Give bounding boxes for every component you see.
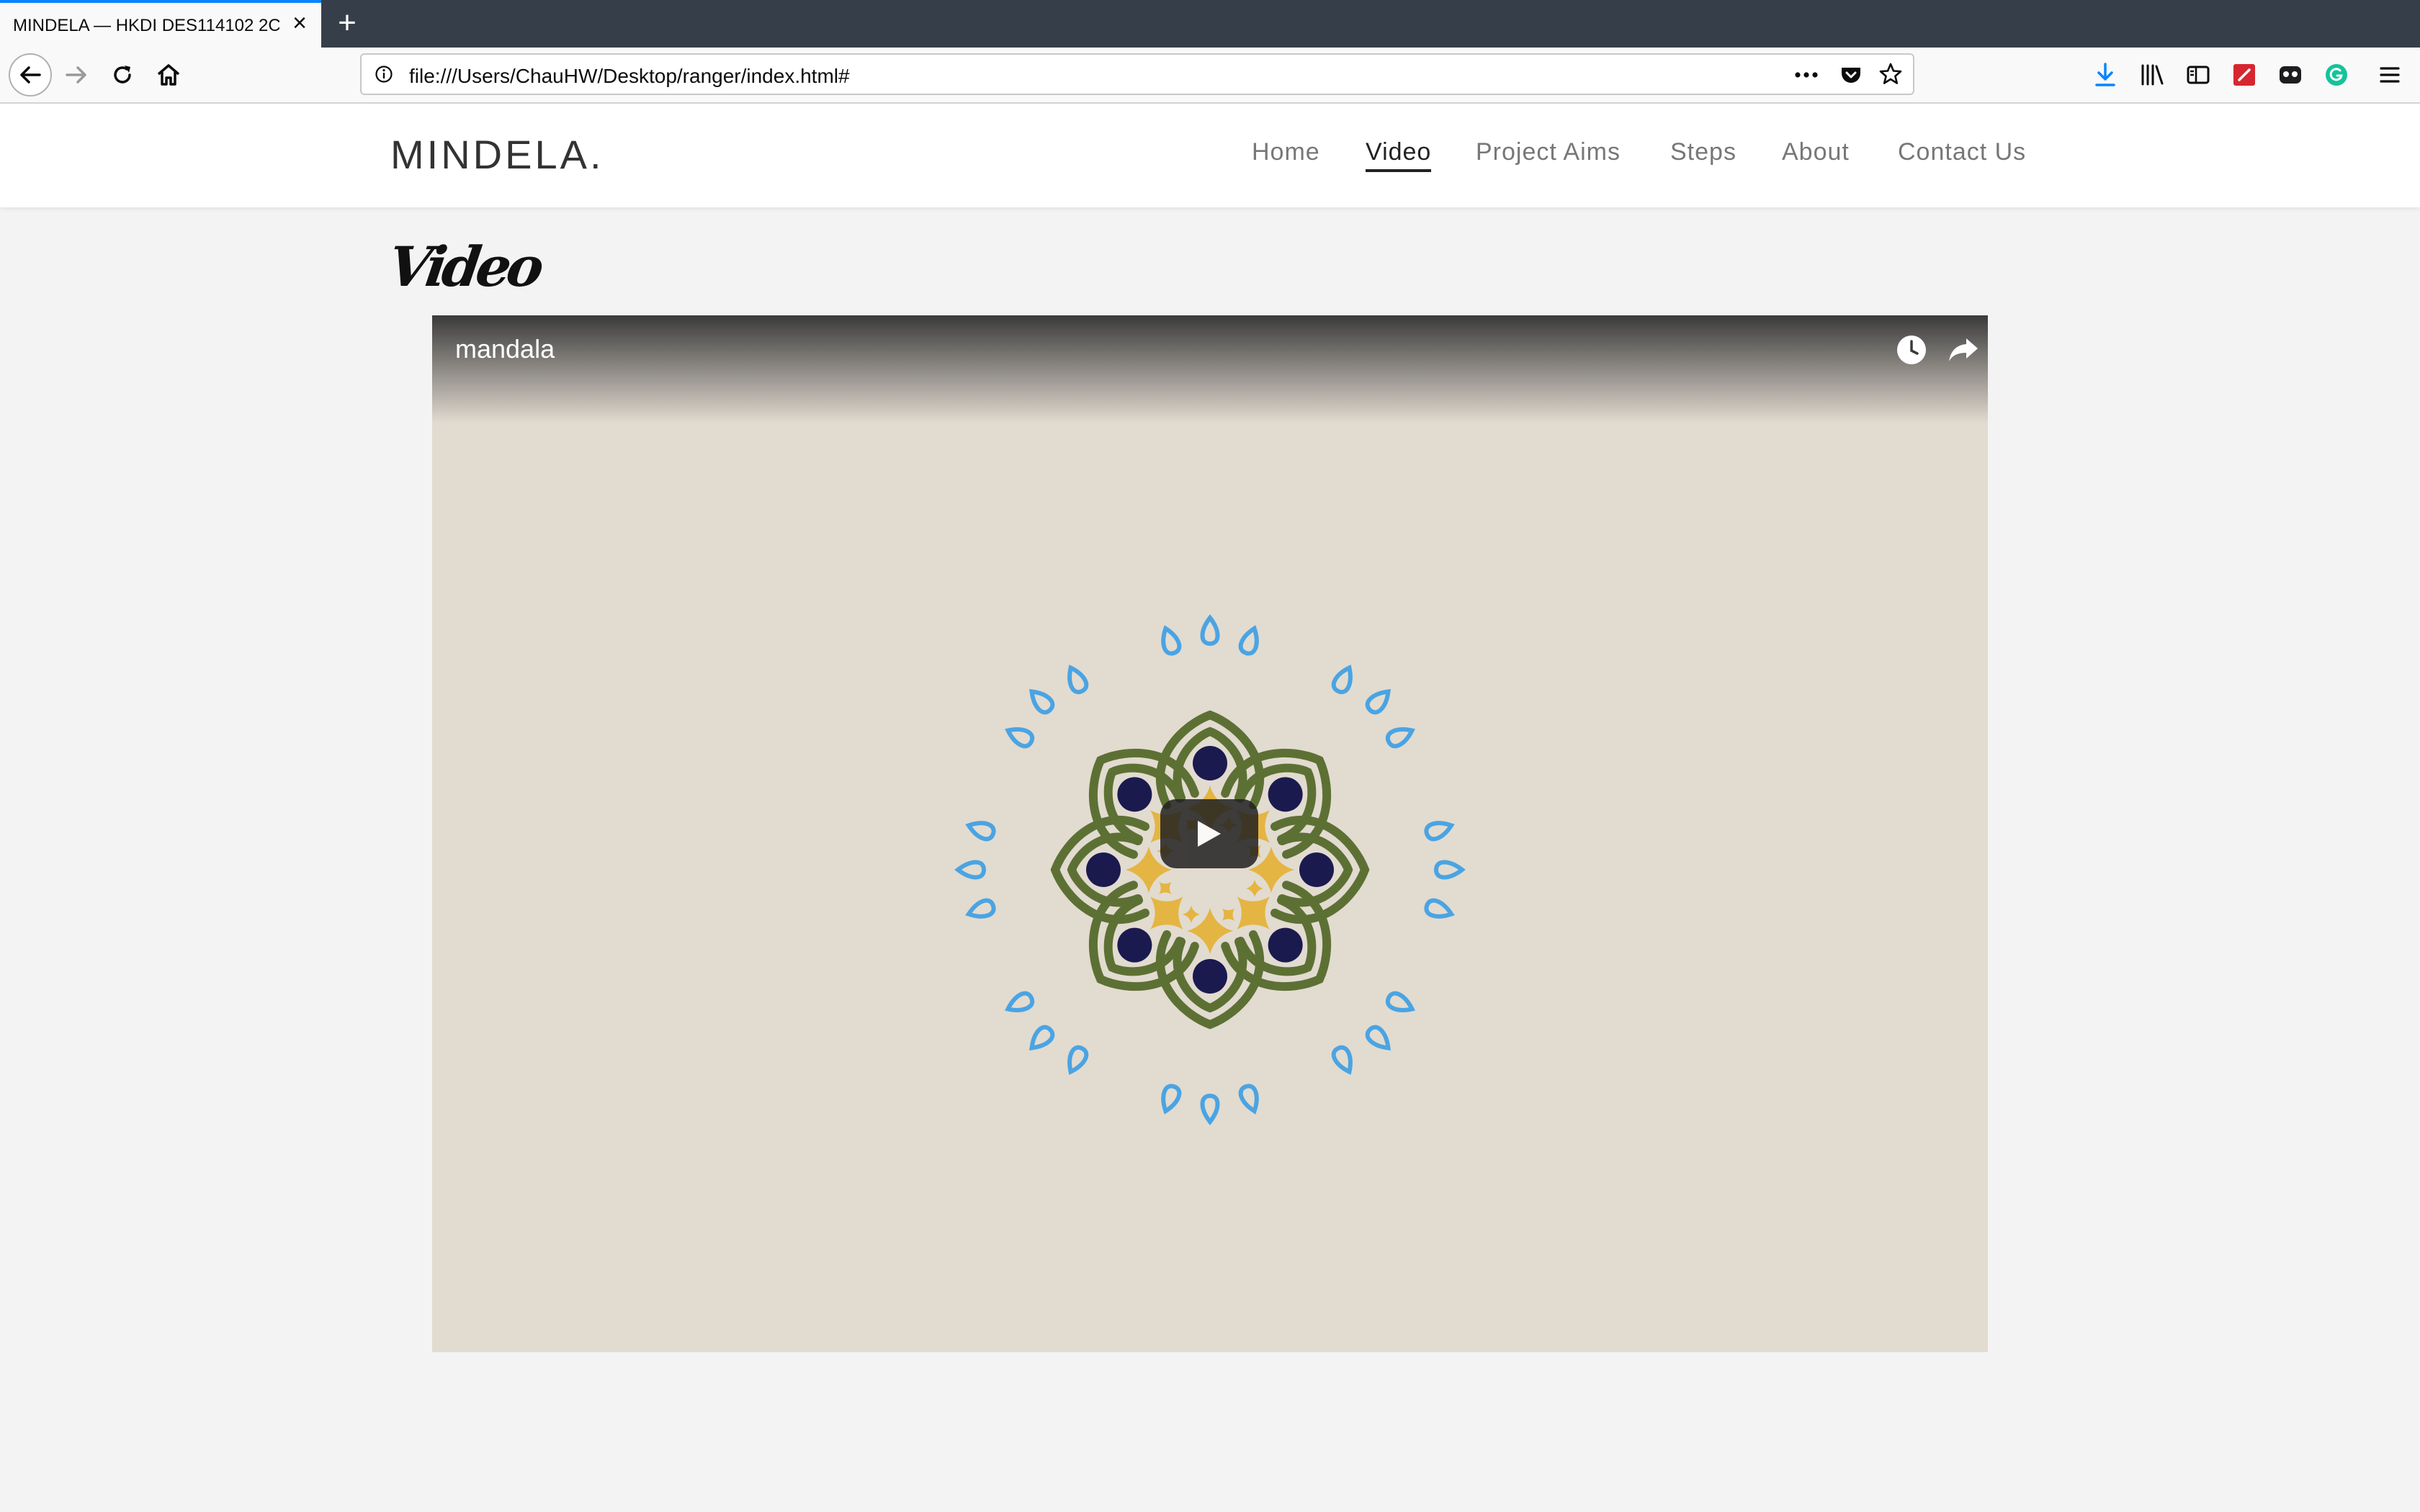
- browser-toolbar: file:///Users/ChauHW/Desktop/ranger/inde…: [0, 48, 2420, 104]
- brand-logo[interactable]: MINDELA.: [390, 131, 604, 178]
- more-actions-icon[interactable]: [1793, 68, 1819, 82]
- video-title[interactable]: mandala: [455, 334, 555, 364]
- back-arrow-icon: [20, 66, 41, 84]
- mandala-petal-group: [1155, 906, 1265, 1125]
- reload-button[interactable]: [102, 55, 143, 95]
- clock-icon[interactable]: [1893, 331, 1930, 369]
- info-icon[interactable]: [375, 65, 393, 84]
- mandala-drop: [1067, 665, 1089, 695]
- mandala-drop: [1385, 991, 1415, 1012]
- nav-project-aims[interactable]: Project Aims: [1476, 138, 1621, 166]
- nav-contact-us[interactable]: Contact Us: [1898, 138, 2026, 166]
- bookmark-star-icon[interactable]: [1878, 62, 1903, 86]
- mandala-dot: [1299, 852, 1334, 887]
- menu-icon[interactable]: [2378, 63, 2401, 86]
- library-icon[interactable]: [2139, 62, 2165, 88]
- mandala-drop: [965, 898, 996, 919]
- forward-arrow-icon: [66, 66, 86, 84]
- tab-title: MINDELA — HKDI DES114102 2C1 F: [13, 16, 279, 35]
- nav-video[interactable]: Video: [1366, 138, 1432, 172]
- mandala-drop: [1385, 727, 1415, 749]
- extension-mask-icon[interactable]: [2277, 62, 2303, 88]
- mandala-drop: [1365, 689, 1391, 715]
- mandala-drop: [1161, 625, 1182, 656]
- video-title-overlay: [432, 315, 1988, 423]
- mandala-drop: [954, 860, 987, 880]
- mandala-drop: [1331, 1045, 1353, 1075]
- new-tab-icon[interactable]: +: [330, 6, 364, 40]
- mandala-drop: [1005, 727, 1035, 749]
- mandala-drop: [1424, 898, 1455, 919]
- mandala-petal-group: [954, 815, 1174, 924]
- mandala-petal-group: [1005, 881, 1199, 1075]
- mandala-small-star: [1183, 906, 1200, 923]
- mandala-dot: [1193, 746, 1227, 780]
- address-bar[interactable]: file:///Users/ChauHW/Desktop/ranger/inde…: [360, 53, 1914, 95]
- reload-icon: [114, 66, 131, 84]
- mandala-thumbnail: [954, 614, 1466, 1125]
- mandala-drop: [1029, 689, 1055, 715]
- mandala-drop: [1029, 1025, 1055, 1050]
- nav-about[interactable]: About: [1782, 138, 1850, 166]
- back-button[interactable]: [9, 53, 52, 96]
- mandala-small-star: [1246, 880, 1263, 897]
- extension-red-icon[interactable]: [2231, 62, 2257, 88]
- mandala-drop: [1238, 625, 1259, 656]
- play-button[interactable]: [1160, 799, 1258, 868]
- site-header: MINDELA. Home Video Project Aims Steps A…: [0, 104, 2420, 207]
- mandala-small-star: [1222, 908, 1234, 921]
- mandala-drop: [1424, 821, 1455, 842]
- mandala-dot: [1193, 959, 1227, 994]
- mandala-small-star: [1159, 881, 1172, 894]
- tab-bar: MINDELA — HKDI DES114102 2C1 F × +: [0, 0, 2420, 48]
- video-player[interactable]: mandala: [432, 315, 1988, 1352]
- mandala-drop: [1433, 860, 1466, 880]
- share-icon[interactable]: [1945, 331, 1982, 369]
- section-title: Video: [384, 235, 544, 299]
- forward-button[interactable]: [56, 55, 97, 95]
- mandala-petal-group: [1246, 815, 1466, 924]
- home-icon: [157, 64, 180, 86]
- download-icon[interactable]: [2093, 62, 2118, 88]
- mandala-drop: [965, 821, 996, 842]
- nav-steps[interactable]: Steps: [1670, 138, 1736, 166]
- browser-tab[interactable]: MINDELA — HKDI DES114102 2C1 F ×: [0, 0, 321, 48]
- close-tab-icon[interactable]: ×: [287, 10, 313, 36]
- play-icon: [1198, 821, 1221, 847]
- mandala-drop: [1005, 991, 1035, 1012]
- url-text[interactable]: file:///Users/ChauHW/Desktop/ranger/inde…: [409, 65, 850, 88]
- mandala-drop: [1200, 1093, 1220, 1125]
- nav-home[interactable]: Home: [1252, 138, 1320, 166]
- mandala-drop: [1331, 665, 1353, 695]
- grammarly-icon[interactable]: [2323, 62, 2349, 88]
- mandala-drop: [1161, 1084, 1182, 1115]
- sidebar-icon[interactable]: [2185, 62, 2211, 88]
- mandala-drop: [1200, 614, 1220, 647]
- mandala-petal-group: [1221, 881, 1415, 1075]
- mandala-dot: [1086, 852, 1121, 887]
- pocket-icon[interactable]: [1839, 63, 1863, 86]
- mandala-drop: [1067, 1045, 1089, 1075]
- mandala-drop: [1365, 1025, 1391, 1050]
- mandala-drop: [1238, 1084, 1259, 1115]
- home-button[interactable]: [148, 55, 189, 95]
